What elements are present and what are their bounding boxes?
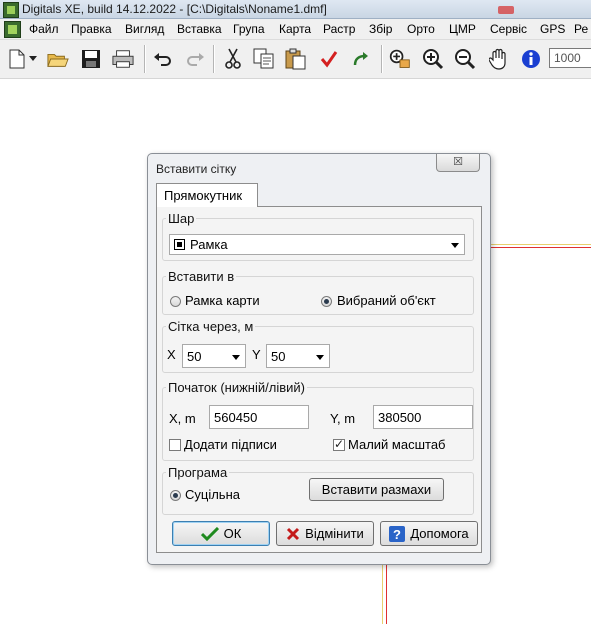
menu-collect[interactable]: Збір bbox=[369, 22, 392, 36]
tab-panel: Шар Рамка Вставити в Рамка карти Вибрани… bbox=[156, 206, 482, 553]
app-icon bbox=[3, 2, 19, 18]
svg-text:?: ? bbox=[393, 527, 401, 542]
grid-y-value: 50 bbox=[271, 349, 286, 364]
zoom-in-icon[interactable] bbox=[422, 48, 444, 70]
radio-selected-object-label[interactable]: Вибраний об'єкт bbox=[337, 293, 436, 308]
radio-map-frame[interactable] bbox=[170, 296, 181, 307]
copy-icon[interactable] bbox=[253, 48, 275, 70]
help-button-label: Допомога bbox=[410, 526, 469, 541]
menu-insert[interactable]: Вставка bbox=[177, 22, 222, 36]
redo-icon[interactable] bbox=[184, 48, 206, 70]
document-icon[interactable] bbox=[4, 21, 21, 38]
radio-selected-object[interactable] bbox=[321, 296, 332, 307]
origin-x-input[interactable]: 560450 bbox=[209, 405, 309, 429]
menu-dem[interactable]: ЦМР bbox=[449, 22, 476, 36]
menu-edit[interactable]: Правка bbox=[71, 22, 112, 36]
radio-solid-label[interactable]: Суцільна bbox=[185, 487, 240, 502]
menu-bar: Файл Правка Вигляд Вставка Група Карта Р… bbox=[0, 19, 591, 40]
radio-solid[interactable] bbox=[170, 490, 181, 501]
menu-map[interactable]: Карта bbox=[279, 22, 311, 36]
menu-group[interactable]: Група bbox=[233, 22, 265, 36]
grid-x-select[interactable]: 50 bbox=[182, 344, 246, 368]
scale-input[interactable]: 1000 bbox=[549, 48, 591, 68]
origin-legend: Початок (нижній/лівий) bbox=[168, 380, 305, 395]
add-labels-checkbox[interactable] bbox=[169, 439, 181, 451]
menu-ortho[interactable]: Орто bbox=[407, 22, 435, 36]
save-icon[interactable] bbox=[80, 48, 102, 70]
origin-y-label: Y, m bbox=[330, 411, 356, 426]
cut-icon[interactable] bbox=[222, 48, 244, 70]
insert-into-group: Вставити в bbox=[162, 269, 474, 315]
title-bar: Digitals XE, build 14.12.2022 - [C:\Digi… bbox=[0, 0, 591, 19]
menu-view[interactable]: Вигляд bbox=[125, 22, 164, 36]
zoom-select-icon[interactable] bbox=[389, 48, 411, 70]
grid-y-label: Y bbox=[252, 347, 261, 362]
ok-button-label: ОК bbox=[223, 526, 242, 541]
insert-into-legend: Вставити в bbox=[168, 269, 235, 284]
menu-gps[interactable]: GPS bbox=[540, 22, 565, 36]
checkmark-icon[interactable] bbox=[318, 48, 340, 70]
new-file-icon[interactable] bbox=[6, 48, 28, 70]
undo-icon[interactable] bbox=[152, 48, 174, 70]
close-hint-icon bbox=[498, 6, 514, 14]
cancel-button[interactable]: Відмінити bbox=[276, 521, 374, 546]
info-icon[interactable] bbox=[520, 48, 542, 70]
menu-service[interactable]: Сервіс bbox=[490, 22, 527, 36]
origin-y-input[interactable]: 380500 bbox=[373, 405, 473, 429]
paste-icon[interactable] bbox=[285, 48, 307, 70]
layer-swatch-icon bbox=[174, 239, 185, 250]
print-icon[interactable] bbox=[112, 48, 134, 70]
menu-raster[interactable]: Растр bbox=[323, 22, 355, 36]
layer-select[interactable]: Рамка bbox=[169, 234, 465, 255]
close-icon[interactable]: ☒ bbox=[436, 154, 480, 172]
zoom-out-icon[interactable] bbox=[454, 48, 476, 70]
close-icon bbox=[287, 527, 300, 540]
grid-x-value: 50 bbox=[187, 349, 202, 364]
menu-file[interactable]: Файл bbox=[29, 22, 59, 36]
chevron-down-icon bbox=[451, 243, 459, 248]
small-scale-label[interactable]: Малий масштаб bbox=[348, 437, 446, 452]
checkmark-icon bbox=[200, 526, 219, 541]
radio-map-frame-label[interactable]: Рамка карти bbox=[185, 293, 260, 308]
map-line-red-horizontal bbox=[489, 247, 591, 248]
window-title: Digitals XE, build 14.12.2022 - [C:\Digi… bbox=[22, 2, 327, 16]
help-icon: ? bbox=[389, 525, 406, 542]
grid-x-label: X bbox=[167, 347, 176, 362]
grid-y-select[interactable]: 50 bbox=[266, 344, 330, 368]
rotate-arrow-icon[interactable] bbox=[350, 48, 372, 70]
small-scale-checkbox[interactable] bbox=[333, 437, 345, 451]
chevron-down-icon bbox=[316, 355, 324, 360]
help-button[interactable]: ? Допомога bbox=[380, 521, 478, 546]
insert-grid-dialog: Вставити сітку ☒ Прямокутник Шар Рамка В… bbox=[147, 153, 491, 565]
chevron-down-icon bbox=[232, 355, 240, 360]
origin-x-label: X, m bbox=[169, 411, 196, 426]
cancel-button-label: Відмінити bbox=[305, 526, 364, 541]
pan-hand-icon[interactable] bbox=[488, 48, 510, 70]
add-labels-label[interactable]: Додати підписи bbox=[184, 437, 277, 452]
toolbar: 1000 bbox=[0, 40, 591, 79]
open-folder-icon[interactable] bbox=[47, 48, 69, 70]
insert-frames-button[interactable]: Вставити размахи bbox=[309, 478, 444, 501]
layer-legend: Шар bbox=[168, 211, 195, 226]
dialog-title: Вставити сітку bbox=[156, 162, 237, 176]
ok-button[interactable]: ОК bbox=[172, 521, 270, 546]
layer-value: Рамка bbox=[190, 237, 228, 252]
program-legend: Програма bbox=[168, 465, 228, 480]
grid-step-legend: Сітка через, м bbox=[168, 319, 254, 334]
menu-more[interactable]: Ре bbox=[574, 22, 588, 36]
map-line-yellow-vertical bbox=[382, 562, 383, 624]
map-line-red-vertical bbox=[386, 562, 387, 624]
tab-rectangle[interactable]: Прямокутник bbox=[156, 183, 258, 207]
map-line-yellow-horizontal bbox=[489, 244, 591, 245]
dropdown-arrow-icon[interactable] bbox=[28, 48, 38, 70]
